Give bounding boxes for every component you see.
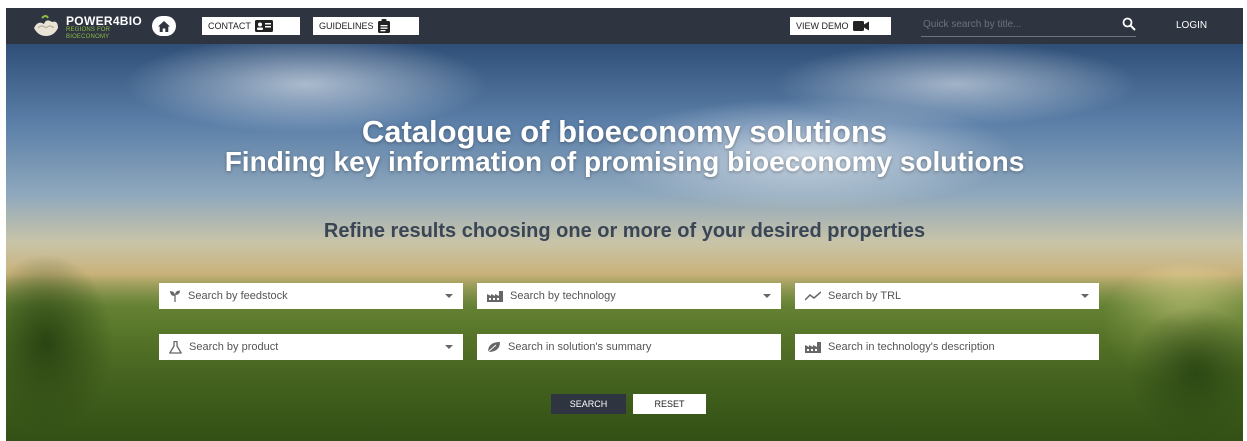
contact-button[interactable]: CONTACT (202, 17, 300, 35)
search-button[interactable]: SEARCH (551, 394, 626, 414)
top-navigation-bar: POWER4BIO REGIONS FOR BIOECONOMY CONTACT… (6, 8, 1243, 44)
logo-subtitle-line2: BIOECONOMY (66, 33, 110, 40)
refine-heading: Refine results choosing one or more of y… (323, 220, 926, 242)
view-demo-label: VIEW DEMO (796, 21, 849, 31)
seedling-icon (170, 290, 180, 302)
product-label: Search by product (189, 341, 279, 353)
search-icon[interactable] (1122, 17, 1136, 31)
login-link[interactable]: LOGIN (1176, 20, 1207, 31)
trend-line-icon (805, 291, 821, 301)
feedstock-label: Search by feedstock (188, 290, 288, 302)
quick-search-input[interactable] (921, 14, 1115, 35)
description-label: Search in technology's description (828, 341, 995, 353)
quick-search (921, 14, 1136, 37)
hero-subtitle: Finding key information of promising bio… (224, 146, 1025, 177)
technology-label: Search by technology (510, 290, 616, 302)
logo-subtitle-line1: REGIONS FOR (66, 27, 111, 33)
logo-title: POWER4BIO (66, 14, 143, 28)
reset-button[interactable]: RESET (633, 394, 706, 414)
logo-subtitle: REGIONS FOR BIOECONOMY (66, 27, 110, 40)
guidelines-label: GUIDELINES (319, 21, 374, 31)
feedstock-select[interactable]: Search by feedstock (159, 283, 463, 309)
landscape-tree-left (6, 224, 156, 441)
contact-label: CONTACT (208, 21, 251, 31)
technology-select[interactable]: Search by technology (477, 283, 781, 309)
power4bio-logo[interactable]: POWER4BIO REGIONS FOR BIOECONOMY (32, 10, 172, 42)
summary-search-field[interactable]: Search in solution's summary (477, 334, 781, 360)
chevron-down-icon (763, 294, 771, 298)
description-search-field[interactable]: Search in technology's description (795, 334, 1099, 360)
hero-section: Catalogue of bioeconomy solutions Findin… (6, 44, 1243, 441)
trl-label: Search by TRL (828, 290, 902, 302)
summary-label: Search in solution's summary (508, 341, 652, 353)
flask-icon (169, 340, 182, 354)
product-select[interactable]: Search by product (159, 334, 463, 360)
home-icon (158, 20, 170, 32)
page-frame: POWER4BIO REGIONS FOR BIOECONOMY CONTACT… (6, 8, 1243, 441)
video-camera-icon (852, 21, 869, 31)
chevron-down-icon (445, 345, 453, 349)
home-button[interactable] (152, 16, 176, 36)
view-demo-button[interactable]: VIEW DEMO (790, 17, 891, 35)
hands-logo-icon (34, 15, 58, 36)
clipboard-icon (377, 19, 390, 33)
chevron-down-icon (1081, 294, 1089, 298)
guidelines-button[interactable]: GUIDELINES (313, 17, 419, 35)
leaf-icon (487, 342, 500, 353)
hero-title: Catalogue of bioeconomy solutions (361, 114, 888, 149)
factory-icon (487, 290, 503, 302)
chevron-down-icon (445, 294, 453, 298)
factory-icon (805, 341, 821, 353)
landscape-tree-right (1096, 284, 1243, 441)
trl-select[interactable]: Search by TRL (795, 283, 1099, 309)
contact-card-icon (254, 20, 273, 32)
